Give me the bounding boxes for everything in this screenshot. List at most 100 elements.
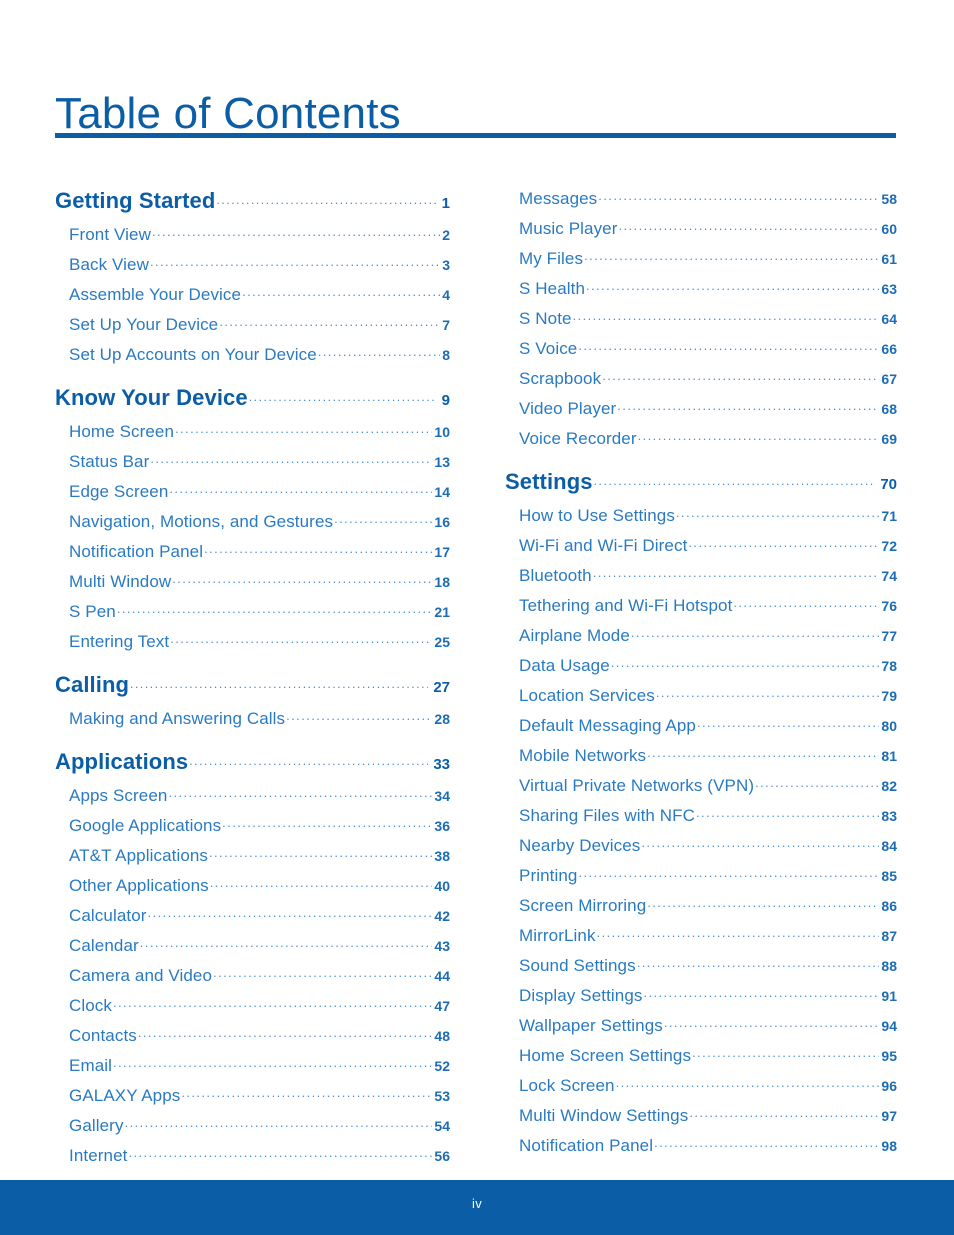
toc-sub-entry[interactable]: Entering Text 25 — [55, 631, 450, 661]
toc-sub-entry[interactable]: Assemble Your Device 4 — [55, 284, 450, 314]
toc-sub-entry[interactable]: Mobile Networks 81 — [505, 745, 897, 775]
toc-sub-entry[interactable]: Tethering and Wi-Fi Hotspot 76 — [505, 595, 897, 625]
toc-sub-entry[interactable]: Edge Screen 14 — [55, 481, 450, 511]
toc-sub-entry[interactable]: Data Usage 78 — [505, 655, 897, 685]
toc-sub-entry[interactable]: Making and Answering Calls 28 — [55, 708, 450, 738]
toc-sub-entry[interactable]: Lock Screen 96 — [505, 1075, 897, 1105]
toc-section-entry[interactable]: Getting Started 1 — [55, 188, 450, 224]
toc-sub-entry[interactable]: S Health 63 — [505, 278, 897, 308]
dot-leader — [676, 505, 880, 521]
toc-sub-entry[interactable]: Notification Panel 98 — [505, 1135, 897, 1165]
toc-sub-entry[interactable]: Screen Mirroring 86 — [505, 895, 897, 925]
toc-sub-entry[interactable]: Wallpaper Settings 94 — [505, 1015, 897, 1045]
toc-entry-label: Gallery — [69, 1116, 124, 1135]
dot-leader — [647, 745, 879, 761]
toc-sub-entry[interactable]: Email 52 — [55, 1055, 450, 1085]
toc-sub-entry[interactable]: S Pen 21 — [55, 601, 450, 631]
toc-sub-entry[interactable]: Sharing Files with NFC 83 — [505, 805, 897, 835]
toc-sub-entry[interactable]: Sound Settings 88 — [505, 955, 897, 985]
dot-leader — [733, 595, 879, 611]
toc-entry-page-number: 9 — [441, 392, 450, 409]
toc-sub-entry[interactable]: Set Up Accounts on Your Device 8 — [55, 344, 450, 374]
toc-entry-label: Multi Window Settings — [519, 1106, 689, 1125]
toc-entry-label: Calculator — [69, 906, 147, 925]
toc-sub-entry[interactable]: Video Player 68 — [505, 398, 897, 428]
toc-section-entry[interactable]: Applications 33 — [55, 749, 450, 785]
toc-entry-label: Set Up Your Device — [69, 315, 219, 334]
dot-leader — [593, 565, 880, 581]
toc-sub-entry[interactable]: Voice Recorder 69 — [505, 428, 897, 458]
toc-sub-entry[interactable]: Display Settings 91 — [505, 985, 897, 1015]
toc-entry-label: Internet — [69, 1146, 128, 1165]
toc-entry-page-number: 25 — [434, 634, 450, 650]
toc-sub-entry[interactable]: Calendar 43 — [55, 935, 450, 965]
footer-page-number: iv — [472, 1196, 482, 1211]
toc-sub-entry[interactable]: How to Use Settings 71 — [505, 505, 897, 535]
toc-sub-entry[interactable]: Scrapbook 67 — [505, 368, 897, 398]
toc-sub-entry[interactable]: S Voice 66 — [505, 338, 897, 368]
dot-leader — [617, 398, 879, 414]
toc-entry-page-number: 63 — [881, 281, 897, 297]
toc-section-entry[interactable]: Calling 27 — [55, 672, 450, 708]
toc-entry-label: Wallpaper Settings — [519, 1016, 663, 1035]
toc-sub-entry[interactable]: My Files 61 — [505, 248, 897, 278]
toc-entry-label: Nearby Devices — [519, 836, 641, 855]
dot-leader — [170, 631, 432, 647]
dot-leader — [755, 775, 879, 791]
toc-entry-label: Default Messaging App — [519, 716, 696, 735]
toc-sub-entry[interactable]: Google Applications 36 — [55, 815, 450, 845]
dot-leader — [647, 895, 879, 911]
toc-entry-label: S Voice — [519, 339, 578, 358]
toc-sub-entry[interactable]: Multi Window Settings 97 — [505, 1105, 897, 1135]
toc-entry-label: Edge Screen — [69, 482, 169, 501]
toc-sub-entry[interactable]: Status Bar 13 — [55, 451, 450, 481]
toc-sub-entry[interactable]: Set Up Your Device 7 — [55, 314, 450, 344]
toc-sub-entry[interactable]: Gallery 54 — [55, 1115, 450, 1145]
toc-sub-entry[interactable]: Notification Panel 17 — [55, 541, 450, 571]
toc-sub-entry[interactable]: Location Services 79 — [505, 685, 897, 715]
toc-sub-entry[interactable]: MirrorLink 87 — [505, 925, 897, 955]
toc-sub-entry[interactable]: Clock 47 — [55, 995, 450, 1025]
toc-sub-entry[interactable]: Airplane Mode 77 — [505, 625, 897, 655]
toc-sub-entry[interactable]: Default Messaging App 80 — [505, 715, 897, 745]
toc-sub-entry[interactable]: Nearby Devices 84 — [505, 835, 897, 865]
toc-entry-label: Music Player — [519, 219, 618, 238]
toc-sub-entry[interactable]: AT&T Applications 38 — [55, 845, 450, 875]
toc-sub-entry[interactable]: Messages 58 — [505, 188, 897, 218]
toc-entry-page-number: 78 — [881, 658, 897, 674]
toc-sub-entry[interactable]: GALAXY Apps 53 — [55, 1085, 450, 1115]
toc-entry-page-number: 2 — [442, 227, 450, 243]
toc-entry-page-number: 98 — [881, 1138, 897, 1154]
toc-sub-entry[interactable]: Back View 3 — [55, 254, 450, 284]
toc-sub-entry[interactable]: Bluetooth 74 — [505, 565, 897, 595]
toc-sub-entry[interactable]: Multi Window 18 — [55, 571, 450, 601]
toc-entry-page-number: 88 — [881, 958, 897, 974]
toc-entry-page-number: 83 — [881, 808, 897, 824]
dot-leader — [222, 815, 432, 831]
toc-sub-entry[interactable]: Internet 56 — [55, 1145, 450, 1175]
toc-sub-entry[interactable]: Home Screen 10 — [55, 421, 450, 451]
toc-section-entry[interactable]: Settings 70 — [505, 469, 897, 505]
toc-sub-entry[interactable]: Front View 2 — [55, 224, 450, 254]
toc-sub-entry[interactable]: Other Applications 40 — [55, 875, 450, 905]
toc-entry-label: Virtual Private Networks (VPN) — [519, 776, 755, 795]
dot-leader — [175, 421, 432, 437]
toc-entry-page-number: 4 — [442, 287, 450, 303]
dot-leader — [113, 995, 432, 1011]
toc-sub-entry[interactable]: Navigation, Motions, and Gestures 16 — [55, 511, 450, 541]
toc-sub-entry[interactable]: Apps Screen 34 — [55, 785, 450, 815]
toc-sub-entry[interactable]: Virtual Private Networks (VPN) 82 — [505, 775, 897, 805]
dot-leader — [152, 224, 440, 240]
toc-sub-entry[interactable]: Music Player 60 — [505, 218, 897, 248]
toc-entry-label: Video Player — [519, 399, 617, 418]
toc-sub-entry[interactable]: Printing 85 — [505, 865, 897, 895]
toc-section-entry[interactable]: Know Your Device 9 — [55, 385, 450, 421]
toc-sub-entry[interactable]: Calculator 42 — [55, 905, 450, 935]
toc-sub-entry[interactable]: Contacts 48 — [55, 1025, 450, 1055]
toc-sub-entry[interactable]: Wi-Fi and Wi-Fi Direct 72 — [505, 535, 897, 565]
toc-column-right: Messages 58 Music Player 60 My Files 61 S Heal… — [505, 188, 897, 1165]
toc-sub-entry[interactable]: Camera and Video 44 — [55, 965, 450, 995]
toc-sub-entry[interactable]: Home Screen Settings 95 — [505, 1045, 897, 1075]
toc-sub-entry[interactable]: S Note 64 — [505, 308, 897, 338]
dot-leader — [181, 1085, 432, 1101]
